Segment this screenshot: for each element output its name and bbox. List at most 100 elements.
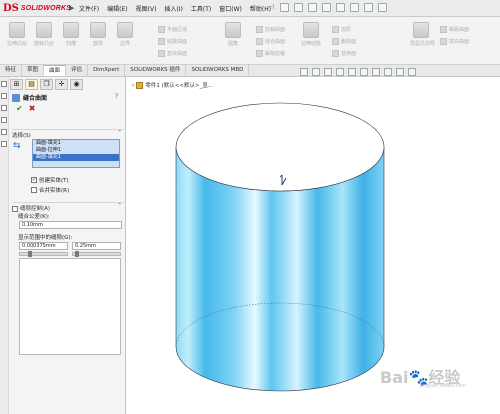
design-library-icon[interactable]	[1, 93, 7, 99]
tab-sketch[interactable]: 草图	[22, 65, 45, 76]
print-icon[interactable]	[322, 3, 331, 12]
tab-dimxpert[interactable]: DimXpert	[88, 65, 126, 76]
untrim-surface-label[interactable]: 解除剪裁	[265, 50, 285, 57]
display-manager-tab-icon[interactable]: ◉	[70, 79, 83, 90]
quick-access-toolbar	[280, 3, 387, 12]
chevron-up-icon[interactable]: ⌃	[117, 130, 122, 136]
selection-section-header[interactable]: 选择(S) ⌃	[12, 129, 124, 139]
gap-range-min-input[interactable]: 0.000375mm	[19, 242, 68, 250]
extruded-boss-button[interactable]: 拉伸凸台	[6, 22, 28, 60]
configuration-manager-tab-icon[interactable]: ❐	[40, 79, 53, 90]
checkbox-unchecked-icon[interactable]	[31, 187, 37, 193]
cut-extrude-button[interactable]: 拉伸切除	[300, 22, 322, 60]
zoom-to-fit-icon[interactable]	[300, 68, 308, 76]
hide-show-items-icon[interactable]	[372, 68, 380, 76]
gap-range-min-slider[interactable]	[19, 251, 68, 257]
previous-view-icon[interactable]	[324, 68, 332, 76]
planar-surface-label[interactable]: 平面区域	[167, 26, 187, 33]
gap-control-section-header[interactable]: 缝隙控制(A) ⌃	[12, 202, 124, 212]
apply-scene-icon[interactable]	[396, 68, 404, 76]
command-manager-tabs: 特征 草图 曲面 评估 DimXpert SOLIDWORKS 插件 SOLID…	[0, 65, 500, 77]
property-manager-tab-icon[interactable]: ▤	[25, 79, 38, 90]
slider-thumb[interactable]	[75, 251, 79, 257]
menu-insert[interactable]: 插入(I)	[164, 4, 182, 13]
list-item[interactable]: 曲面-拉伸1	[33, 147, 119, 154]
section-view-icon[interactable]	[336, 68, 344, 76]
loft-button[interactable]: 放样	[87, 22, 109, 60]
menu-bar: DS SOLIDWORKS ▶ 文件(F) 编辑(E) 视图(V) 插入(I) …	[0, 0, 500, 17]
revolved-boss-button[interactable]: 旋转凸台	[33, 22, 55, 60]
pin-icon[interactable]: ⊣	[268, 3, 274, 11]
select-icon[interactable]	[350, 3, 359, 12]
ruled-surface-label[interactable]: 直纹曲面	[167, 50, 187, 57]
command-row-2: 延展曲面	[158, 37, 187, 45]
open-document-icon[interactable]	[294, 3, 303, 12]
chevron-right-icon[interactable]: ›	[132, 82, 134, 89]
view-settings-icon[interactable]	[408, 68, 416, 76]
selection-list[interactable]: 曲面-填充1 曲面-拉伸1 曲面-填充1	[32, 139, 120, 168]
options-icon[interactable]	[378, 3, 387, 12]
undo-icon[interactable]	[336, 3, 345, 12]
tolerance-input[interactable]: 0.10mm	[19, 221, 122, 229]
menu-tools[interactable]: 工具(T)	[191, 4, 211, 13]
hole-wizard-button[interactable]: 异型孔向导	[410, 22, 436, 60]
gap-control-checkbox[interactable]	[12, 205, 18, 212]
file-explorer-icon[interactable]	[1, 105, 7, 111]
cancel-button[interactable]: ✖	[29, 104, 36, 113]
command-row-9: 替换面	[332, 49, 356, 57]
ok-button[interactable]: ✔	[16, 104, 23, 113]
gap-range-max-slider[interactable]	[72, 251, 121, 257]
merge-entities-checkbox[interactable]: 合并实体(R)	[31, 186, 69, 194]
help-icon[interactable]: ?	[115, 93, 118, 100]
create-solid-checkbox[interactable]: ✔ 创建实体(T)	[31, 176, 69, 184]
edit-appearance-icon[interactable]	[384, 68, 392, 76]
list-item-selected[interactable]: 曲面-填充1	[33, 154, 119, 161]
fillet-button[interactable]: 圆角	[222, 22, 244, 60]
gap-list[interactable]	[19, 258, 121, 355]
custom-properties-icon[interactable]	[1, 141, 7, 147]
extend-surface-label[interactable]: 延展曲面	[167, 38, 187, 45]
tab-surfaces[interactable]: 曲面	[44, 65, 67, 76]
replace-face-icon	[332, 49, 339, 57]
save-icon[interactable]	[308, 3, 317, 12]
offset-surface-label[interactable]: 等距曲面	[449, 26, 469, 33]
gap-range-max-input[interactable]: 0.25mm	[72, 242, 121, 250]
view-orientation-icon[interactable]	[348, 68, 356, 76]
trim-surface-label[interactable]: 剪裁曲面	[265, 26, 285, 33]
tab-solidworks-addins[interactable]: SOLIDWORKS 插件	[125, 65, 187, 76]
tab-solidworks-mbd[interactable]: SOLIDWORKS MBD	[186, 65, 250, 76]
list-item[interactable]: 曲面-填充1	[33, 140, 119, 147]
solidworks-wordmark: SOLIDWORKS	[20, 4, 72, 12]
view-palette-icon[interactable]	[1, 117, 7, 123]
menu-file[interactable]: 文件(F)	[79, 4, 99, 13]
thicken-label[interactable]: 加厚	[341, 26, 351, 33]
knit-surface-label[interactable]: 缝合曲面	[265, 38, 285, 45]
appearances-icon[interactable]	[1, 129, 7, 135]
solidworks-logo[interactable]: DS SOLIDWORKS	[3, 2, 71, 14]
new-document-icon[interactable]	[280, 3, 289, 12]
tab-features[interactable]: 特征	[0, 65, 23, 76]
hole-wizard-label: 异型孔向导	[410, 41, 436, 47]
menu-expand-arrow-icon[interactable]: ▶	[69, 4, 74, 12]
delete-face-label[interactable]: 删除面	[341, 38, 356, 45]
cylinder-top-face[interactable]	[175, 102, 385, 192]
dimxpert-manager-tab-icon[interactable]: ✛	[55, 79, 68, 90]
boundary-button[interactable]: 边界	[114, 22, 136, 60]
rebuild-icon[interactable]	[364, 3, 373, 12]
feature-manager-tab-icon[interactable]: ⊞	[10, 79, 23, 90]
zoom-area-icon[interactable]	[312, 68, 320, 76]
task-pane-strip	[0, 77, 9, 414]
feature-tree-flyout[interactable]: › 零件1 (默认<<默认>_显...	[132, 81, 213, 89]
checkbox-checked-icon[interactable]: ✔	[31, 177, 37, 183]
resources-icon[interactable]	[1, 81, 7, 87]
slider-thumb[interactable]	[28, 251, 32, 257]
menu-view[interactable]: 视图(V)	[136, 4, 157, 13]
tab-evaluate[interactable]: 评估	[66, 65, 89, 76]
chevron-up-icon[interactable]: ⌃	[117, 203, 122, 209]
replace-face-label[interactable]: 替换面	[341, 50, 356, 57]
filled-surface-label[interactable]: 填充曲面	[449, 38, 469, 45]
sweep-button[interactable]: 扫描	[60, 22, 82, 60]
menu-edit[interactable]: 编辑(E)	[107, 4, 127, 13]
menu-window[interactable]: 窗口(W)	[219, 4, 242, 13]
display-style-icon[interactable]	[360, 68, 368, 76]
